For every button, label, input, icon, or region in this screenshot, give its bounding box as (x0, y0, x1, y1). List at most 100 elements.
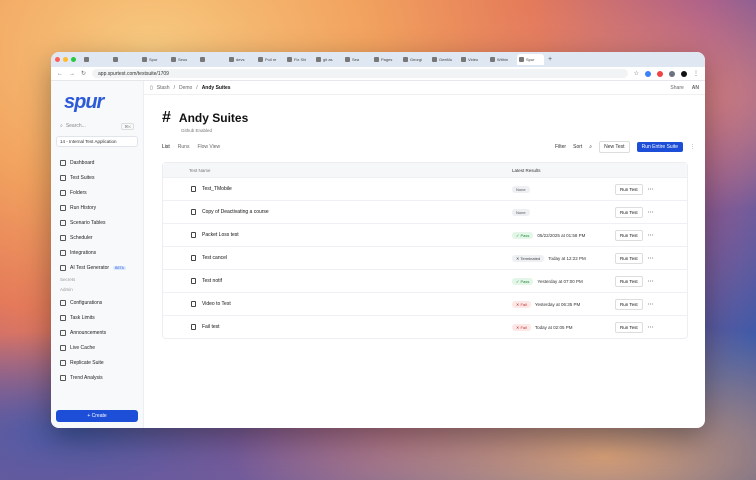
browser-tab[interactable]: Spur (140, 54, 167, 65)
test-name[interactable]: Video to Test (202, 301, 231, 307)
run-test-button[interactable]: Run Test (615, 206, 643, 218)
extension-icon[interactable] (645, 70, 651, 77)
sidebar-item-scenario-tables[interactable]: Scenario Tables (56, 215, 138, 230)
status-badge: ✓ Pass (512, 231, 534, 239)
back-icon[interactable]: ← (57, 71, 63, 77)
test-name[interactable]: Test cancel (202, 255, 227, 261)
browser-tab[interactable]: Spur (517, 54, 544, 65)
breadcrumb-parent[interactable]: Demo (179, 85, 192, 91)
filter-button[interactable]: Filter (555, 144, 566, 150)
header-latest-results[interactable]: Latest Results (512, 168, 615, 173)
browser-tab[interactable]: Seus (169, 54, 196, 65)
more-icon[interactable]: ⋯ (648, 255, 654, 262)
browser-tab[interactable]: Video (459, 54, 486, 65)
table-row[interactable]: Fail test ✕ Fail Today at 02:05 PM Run Test… (163, 315, 687, 338)
browser-tab[interactable]: devs (227, 54, 254, 65)
test-name[interactable]: Packet Loss test (202, 232, 239, 238)
sidebar-item-run-history[interactable]: Run History (56, 200, 138, 215)
sidebar-toggle-icon[interactable]: ▯ (150, 85, 153, 91)
browser-tab[interactable] (82, 54, 109, 65)
more-icon[interactable]: ⋯ (648, 209, 654, 216)
run-entire-suite-button[interactable]: Run Entire Suite (636, 142, 683, 152)
run-test-button[interactable]: Run Test (615, 275, 643, 287)
table-row[interactable]: Test notif ✓ Pass Yesterday at 07:00 PM Run… (163, 269, 687, 292)
extension-icon[interactable] (657, 70, 663, 77)
sidebar-item-scheduler[interactable]: Scheduler (56, 230, 138, 245)
section-secrets[interactable]: Secrets (56, 277, 138, 285)
breadcrumb-root[interactable]: Stash (157, 85, 170, 91)
run-test-button[interactable]: Run Test (615, 229, 643, 241)
browser-tab[interactable] (111, 54, 138, 65)
browser-tab[interactable]: Sea (343, 54, 370, 65)
tab-runs[interactable]: Runs (178, 144, 190, 150)
create-button[interactable]: + Create (56, 410, 138, 422)
browser-tab[interactable]: Within (488, 54, 515, 65)
document-icon (191, 324, 196, 330)
app-shell: spur ⌕ Search... ⌘K 14 - Internal Test A… (51, 81, 705, 428)
run-test-button[interactable]: Run Test (615, 252, 643, 264)
minimize-window-button[interactable] (63, 57, 68, 62)
user-avatar[interactable]: AN (692, 85, 699, 91)
browser-tab[interactable]: GeeMu (430, 54, 457, 65)
share-button[interactable]: Share (670, 85, 683, 91)
menu-icon[interactable]: ⋮ (693, 70, 699, 77)
project-selector[interactable]: 14 - Internal Test Application (56, 136, 138, 147)
maximize-window-button[interactable] (71, 57, 76, 62)
search-box[interactable]: ⌕ Search... ⌘K (56, 120, 138, 132)
more-icon[interactable]: ⋯ (648, 278, 654, 285)
run-test-button[interactable]: Run Test (615, 321, 643, 333)
browser-tab[interactable]: Pull re (256, 54, 283, 65)
table-row[interactable]: Copy of Deactivating a course None Run Tes… (163, 200, 687, 223)
more-icon[interactable]: ⋯ (648, 186, 654, 193)
profile-avatar[interactable] (681, 70, 687, 77)
table-row[interactable]: Test cancel ✕ Terminated Today at 12:22 PM… (163, 246, 687, 269)
table-row[interactable]: Test_TMobile None Run Test ⋯ (163, 177, 687, 200)
sidebar-item-label: Scheduler (70, 234, 93, 241)
star-icon[interactable]: ☆ (634, 70, 639, 77)
extension-icon[interactable] (669, 70, 675, 77)
search-input[interactable]: Search... (66, 123, 86, 129)
test-name[interactable]: Copy of Deactivating a course (202, 209, 269, 215)
sidebar-item-trend-analysis[interactable]: Trend Analysis (56, 370, 138, 385)
browser-tab[interactable] (198, 54, 225, 65)
status-badge: None (512, 185, 530, 193)
table-row[interactable]: Video to Test ✕ Fail Yesterday at 06:35 PM… (163, 292, 687, 315)
browser-tab[interactable]: Fix Shi (285, 54, 312, 65)
sidebar-item-replicate-suite[interactable]: Replicate Suite (56, 355, 138, 370)
more-icon[interactable]: ⋯ (648, 301, 654, 308)
sidebar-item-test-suites[interactable]: Test Suites (56, 170, 138, 185)
url-input[interactable]: app.spurtest.com/testsuite/1709 (92, 69, 628, 78)
tab-flow-view[interactable]: Flow View (197, 144, 220, 150)
new-test-button[interactable]: New Test (599, 141, 630, 153)
breadcrumb: ▯ Stash / Demo / Andy Suites Share AN (144, 81, 705, 95)
test-name[interactable]: Fail test (202, 324, 220, 330)
sidebar-item-ai-test-generator[interactable]: AI Test Generator BETA (56, 260, 138, 275)
run-test-button[interactable]: Run Test (615, 298, 643, 310)
more-icon[interactable]: ⋯ (648, 324, 654, 331)
sidebar-item-task-limits[interactable]: Task Limits (56, 310, 138, 325)
browser-tab[interactable]: Georgi (401, 54, 428, 65)
forward-icon[interactable]: → (69, 71, 75, 77)
table-row[interactable]: Packet Loss test ✓ Pass 05/22/2025 at 01:5… (163, 223, 687, 246)
sidebar-item-announcements[interactable]: Announcements (56, 325, 138, 340)
test-name[interactable]: Test notif (202, 278, 222, 284)
test-name[interactable]: Test_TMobile (202, 186, 232, 192)
sort-button[interactable]: Sort (573, 144, 582, 150)
sidebar-item-folders[interactable]: Folders (56, 185, 138, 200)
browser-tab[interactable]: git as (314, 54, 341, 65)
reload-icon[interactable]: ↻ (81, 70, 86, 77)
sidebar-item-live-cache[interactable]: Live Cache (56, 340, 138, 355)
browser-tab[interactable]: Pages (372, 54, 399, 65)
search-icon[interactable]: ⌕ (589, 144, 592, 150)
run-test-button[interactable]: Run Test (615, 183, 643, 195)
close-window-button[interactable] (55, 57, 60, 62)
sidebar-item-dashboard[interactable]: Dashboard (56, 155, 138, 170)
new-tab-button[interactable]: + (548, 56, 552, 63)
more-icon[interactable]: ⋯ (648, 232, 654, 239)
sidebar-item-configurations[interactable]: Configurations (56, 295, 138, 310)
tab-list[interactable]: List (162, 144, 170, 150)
header-test-name[interactable]: Test Name (175, 168, 512, 173)
sidebar-item-integrations[interactable]: Integrations (56, 245, 138, 260)
nav-icon (60, 189, 66, 196)
more-icon[interactable]: ⋮ (690, 144, 695, 150)
